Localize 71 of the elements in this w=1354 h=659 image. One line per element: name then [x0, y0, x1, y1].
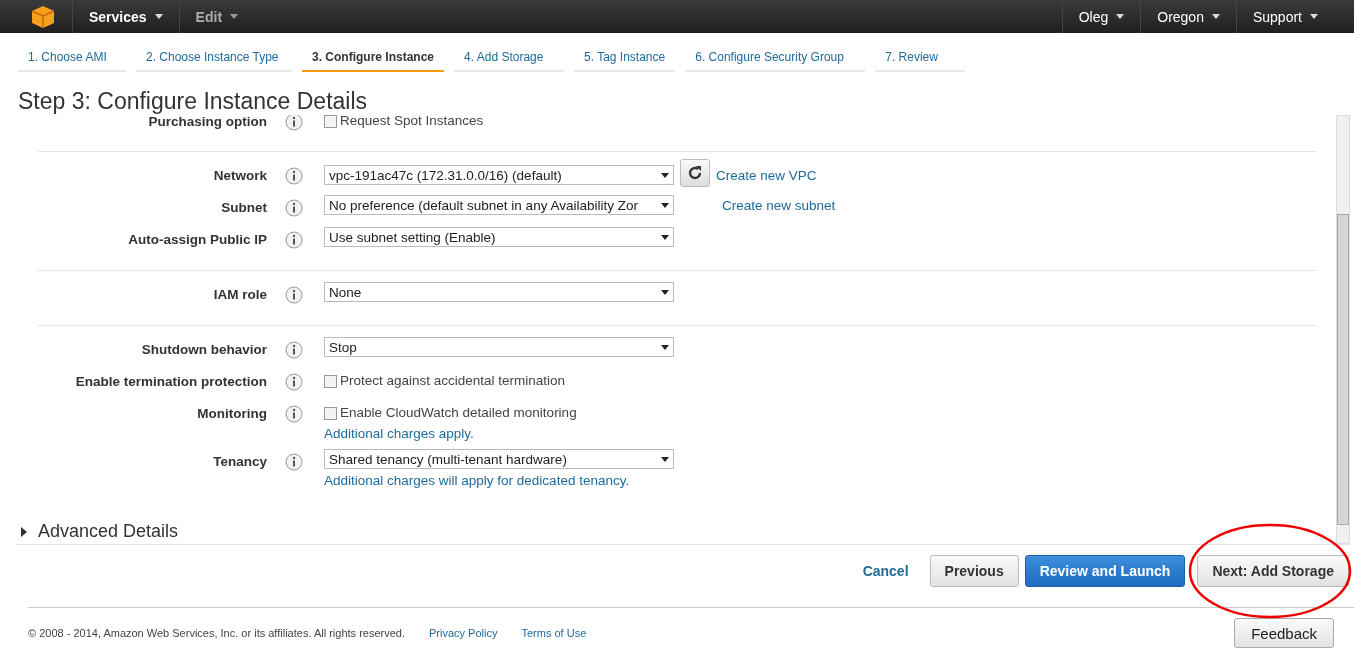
wizard-step-tab[interactable]: 5. Tag Instance — [574, 45, 676, 72]
select-field[interactable]: Stop — [324, 337, 674, 357]
field-label: Tenancy — [212, 453, 268, 469]
select-field[interactable]: vpc-191ac47c (172.31.0.0/16) (default) — [324, 165, 674, 185]
wizard-step-tab[interactable]: 1. Choose AMI — [18, 45, 126, 72]
info-icon[interactable] — [285, 199, 303, 217]
feedback-button[interactable]: Feedback — [1234, 618, 1334, 648]
checkbox-label: Protect against accidental termination — [340, 372, 566, 388]
caret-icon — [1211, 14, 1220, 19]
wizard-step-tab[interactable]: 4. Add Storage — [454, 45, 565, 72]
wizard-step-tab[interactable]: 3. Configure Instance — [302, 45, 445, 72]
info-icon[interactable] — [285, 453, 303, 471]
page-title: Step 3: Configure Instance Details — [18, 88, 369, 115]
refresh-button[interactable] — [680, 159, 710, 187]
field-label: Enable termination protection — [74, 373, 268, 389]
menu-button[interactable]: Oleg — [1061, 0, 1141, 33]
footer-link[interactable]: Terms of Use — [521, 627, 587, 639]
checkbox[interactable] — [324, 374, 337, 388]
caret-icon — [154, 14, 163, 19]
menu-button[interactable]: Services — [72, 0, 179, 33]
checkbox-label: Enable CloudWatch detailed monitoring — [340, 404, 577, 420]
note-link[interactable]: Additional charges apply. — [324, 426, 1316, 441]
info-icon[interactable] — [285, 231, 303, 249]
caret-icon — [661, 202, 669, 208]
checkbox[interactable] — [324, 115, 337, 128]
field-label: Auto-assign Public IP — [127, 231, 268, 247]
copyright-text: © 2008 - 2014, Amazon Web Services, Inc. or its affiliates. All rights reserved. — [28, 627, 405, 639]
section-heading[interactable]: Advanced Details — [38, 521, 179, 542]
wizard-step-tab[interactable]: 7. Review — [875, 45, 966, 72]
checkbox-label: Request Spot Instances — [340, 115, 484, 128]
field-label: IAM role — [212, 286, 268, 302]
select-field[interactable]: Use subnet setting (Enable) — [324, 227, 674, 247]
info-icon[interactable] — [285, 405, 303, 423]
note-link[interactable]: Additional charges will apply for dedicated tenancy. — [324, 473, 1316, 488]
field-label: Shutdown behavior — [140, 341, 268, 357]
caret-icon — [661, 456, 669, 462]
caret-icon — [661, 344, 669, 350]
field-label: Purchasing option — [147, 115, 268, 129]
menu-button[interactable]: Oregon — [1140, 0, 1236, 33]
scrollbar[interactable] — [1336, 115, 1350, 544]
checkbox[interactable] — [324, 406, 337, 420]
next-button[interactable]: Next: Add Storage — [1197, 555, 1349, 587]
previous-button[interactable]: Previous — [929, 555, 1019, 587]
create-link[interactable]: Create new VPC — [716, 167, 817, 183]
caret-icon — [1310, 14, 1318, 19]
cancel-link[interactable]: Cancel — [847, 555, 924, 587]
field-label: Monitoring — [196, 405, 268, 421]
field-label: Subnet — [220, 199, 268, 215]
select-field[interactable]: No preference (default subnet in any Availability Zor — [324, 195, 674, 215]
caret-icon — [661, 289, 669, 295]
field-label: Network — [212, 167, 268, 183]
info-icon[interactable] — [285, 286, 303, 304]
caret-icon — [1116, 14, 1125, 19]
wizard-step-tab[interactable]: 2. Choose Instance Type — [136, 45, 292, 72]
info-icon[interactable] — [285, 167, 303, 185]
select-field[interactable]: None — [324, 282, 674, 302]
refresh-icon — [686, 164, 704, 182]
wizard-step-tab[interactable]: 6. Configure Security Group — [685, 45, 866, 72]
footer-link[interactable]: Privacy Policy — [429, 627, 498, 639]
caret-icon — [661, 234, 669, 240]
info-icon[interactable] — [285, 115, 303, 131]
select-field[interactable]: Shared tenancy (multi-tenant hardware) — [324, 449, 674, 469]
caret-icon — [230, 14, 239, 19]
expand-arrow-icon[interactable] — [20, 526, 28, 537]
cube-logo-icon — [30, 4, 56, 29]
review-and-launch-button[interactable]: Review and Launch — [1024, 555, 1186, 587]
create-link[interactable]: Create new subnet — [722, 197, 836, 213]
caret-icon — [661, 172, 669, 178]
info-icon[interactable] — [285, 373, 303, 391]
info-icon[interactable] — [285, 341, 303, 359]
menu-button[interactable]: Support — [1235, 0, 1334, 33]
